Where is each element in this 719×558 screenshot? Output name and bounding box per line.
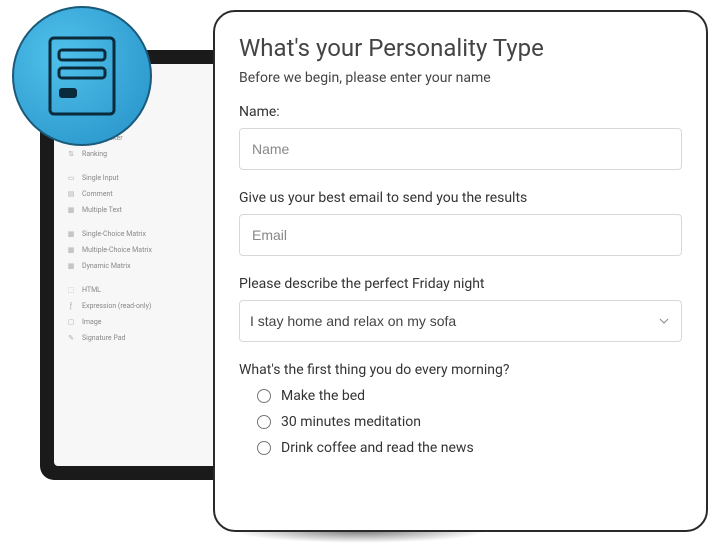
radio-label-text: Make the bed xyxy=(281,388,365,404)
toolbox-label: Expression (read-only) xyxy=(82,302,151,310)
morning-label: What's the first thing you do every morn… xyxy=(239,362,682,378)
html-icon: ⬚ xyxy=(66,286,76,294)
app-badge xyxy=(12,6,152,146)
radio-input[interactable] xyxy=(257,389,271,403)
radio-option[interactable]: Make the bed xyxy=(257,388,682,404)
input-icon: ▭ xyxy=(66,174,76,182)
grid-icon: ▦ xyxy=(66,206,76,214)
toolbox-label: Ranking xyxy=(82,150,107,158)
matrix-icon: ▦ xyxy=(66,246,76,254)
toolbox-label: HTML xyxy=(82,286,101,294)
toolbox-label: Signature Pad xyxy=(82,334,126,342)
name-label: Name: xyxy=(239,104,682,120)
radio-label-text: Drink coffee and read the news xyxy=(281,440,474,456)
matrix-icon: ▦ xyxy=(66,262,76,270)
image-icon: ▢ xyxy=(66,318,76,326)
friday-select[interactable]: I stay home and relax on my sofa xyxy=(239,300,682,342)
toolbox-label: Comment xyxy=(82,190,113,198)
radio-input[interactable] xyxy=(257,415,271,429)
name-input[interactable] xyxy=(239,128,682,170)
email-label: Give us your best email to send you the … xyxy=(239,190,682,206)
form-document-icon xyxy=(47,35,117,117)
toolbox-label: Multiple-Choice Matrix xyxy=(82,246,152,254)
slider-icon: ⇅ xyxy=(66,150,76,158)
toolbox-label: Multiple Text xyxy=(82,206,122,214)
radio-option[interactable]: Drink coffee and read the news xyxy=(257,440,682,456)
survey-card: What's your Personality Type Before we b… xyxy=(213,10,708,532)
email-input[interactable] xyxy=(239,214,682,256)
fx-icon: ƒ xyxy=(66,302,76,310)
survey-subtitle: Before we begin, please enter your name xyxy=(239,70,682,86)
toolbox-label: Image xyxy=(82,318,102,326)
radio-label-text: 30 minutes meditation xyxy=(281,414,421,430)
matrix-icon: ▦ xyxy=(66,230,76,238)
friday-label: Please describe the perfect Friday night xyxy=(239,276,682,292)
toolbox-label: Single-Choice Matrix xyxy=(82,230,146,238)
signature-icon: ✎ xyxy=(66,334,76,342)
morning-radio-group: Make the bed 30 minutes meditation Drink… xyxy=(239,388,682,456)
survey-title: What's your Personality Type xyxy=(239,34,682,62)
toolbox-label: Single Input xyxy=(82,174,119,182)
radio-input[interactable] xyxy=(257,441,271,455)
toolbox-label: Dynamic Matrix xyxy=(82,262,131,270)
radio-option[interactable]: 30 minutes meditation xyxy=(257,414,682,430)
textarea-icon: ▤ xyxy=(66,190,76,198)
